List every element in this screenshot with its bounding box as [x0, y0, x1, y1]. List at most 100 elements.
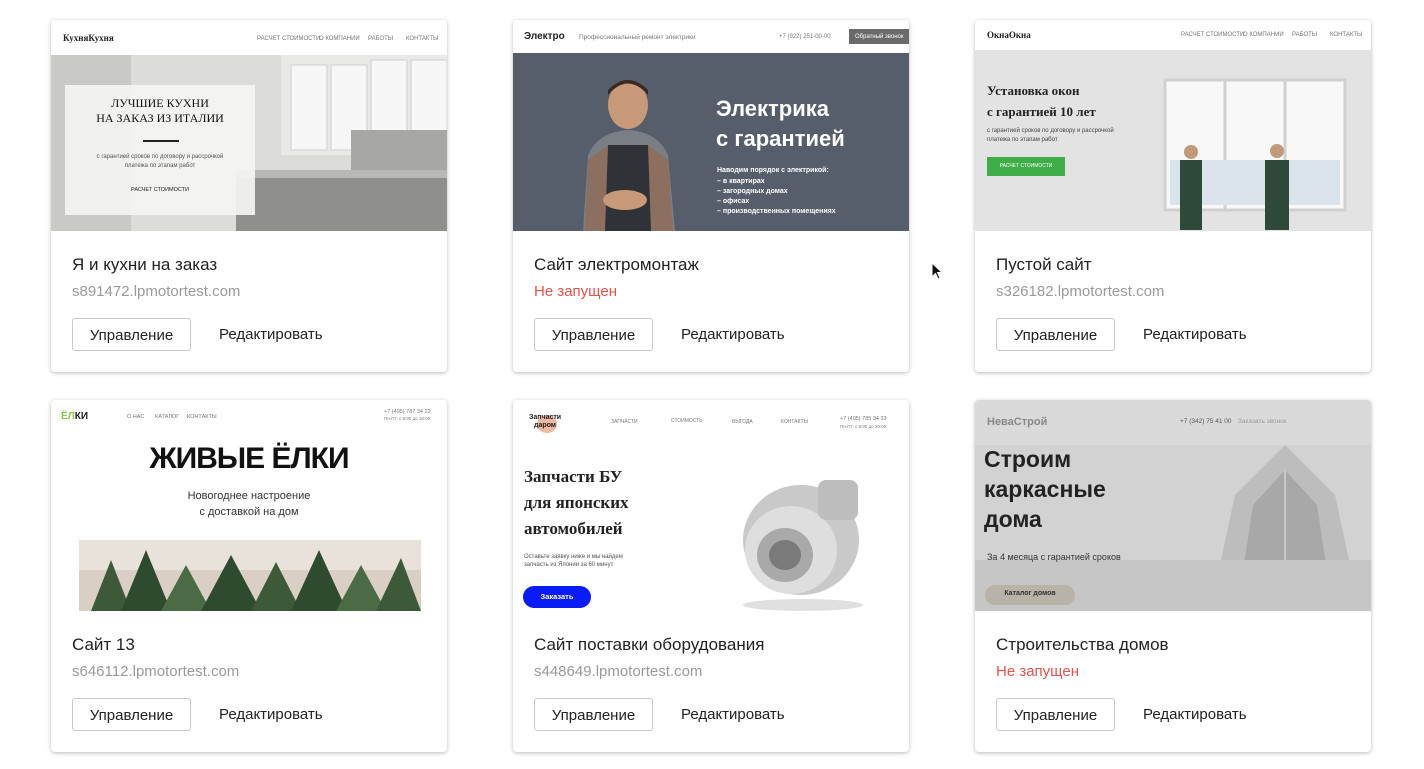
site-preview-thumbnail[interactable]: НеваСтрой +7 (342) 75 41 00 Заказать зво… [975, 400, 1371, 611]
edit-button[interactable]: Редактировать [1143, 318, 1247, 351]
preview-headline: НА ЗАКАЗ ИЗ ИТАЛИИ [96, 111, 224, 125]
preview-headline: ЛУЧШИЕ КУХНИ [111, 96, 209, 110]
preview-nav-item: КОНТАКТЫ [781, 419, 808, 425]
site-domain-link[interactable]: s891472.lpmotortest.com [72, 283, 240, 300]
manage-button[interactable]: Управление [996, 318, 1115, 351]
site-title: Строительства домов [996, 635, 1169, 654]
preview-subtitle: платежа по этапам работ [124, 163, 196, 169]
preview-cta: Каталог домов [1004, 590, 1056, 597]
preview-nav-item: СТОИМОСТЬ [671, 418, 703, 424]
preview-bullet: – в квартирах [717, 178, 765, 185]
preview-headline: автомобилей [524, 519, 623, 538]
preview-subtitle: с гарантией сроков по договору и рассроч… [96, 154, 224, 160]
preview-headline: дома [984, 506, 1042, 532]
preview-logo: Запчасти [529, 414, 562, 421]
site-domain-link[interactable]: s448649.lpmotortest.com [534, 663, 702, 680]
preview-cta: РАСЧЕТ СТОИМОСТИ [999, 163, 1053, 169]
site-preview-thumbnail[interactable]: Запчасти даром ЗАПЧАСТИ СТОИМОСТЬ ВЫГОДА… [513, 400, 909, 611]
site-card[interactable]: КухняКухня РАСЧЕТ СТОИМОСТИ О КОМПАНИИ Р… [51, 20, 447, 372]
preview-lead: Наводим порядок с электрикой: [717, 167, 829, 174]
site-title: Сайт 13 [72, 635, 135, 654]
preview-headline: Строим [984, 446, 1072, 472]
preview-logo-part: КИ [74, 411, 89, 422]
site-card[interactable]: Запчасти даром ЗАПЧАСТИ СТОИМОСТЬ ВЫГОДА… [513, 400, 909, 752]
manage-button[interactable]: Управление [72, 698, 191, 731]
preview-nav-item: КАТАЛОГ [155, 414, 180, 420]
edit-button[interactable]: Редактировать [681, 318, 785, 351]
preview-nav-item: О НАС [127, 414, 145, 420]
preview-logo: НеваСтрой [987, 416, 1048, 428]
preview-headline: Запчасти БУ [524, 467, 623, 486]
preview-nav-item: КОНТАКТЫ [187, 414, 217, 420]
preview-cta: Заказать [540, 592, 574, 601]
site-domain-link[interactable]: s646112.lpmotortest.com [72, 663, 239, 680]
preview-nav-item: РАСЧЕТ СТОИМОСТИ [257, 36, 321, 42]
preview-subtitle: Новогоднее настроение [187, 490, 311, 502]
site-status-badge: Не запущен [534, 283, 617, 300]
preview-nav-item: ВЫГОДА [732, 419, 753, 425]
preview-callback-button: Обратный звонок [855, 34, 904, 40]
edit-button[interactable]: Редактировать [219, 318, 323, 351]
site-card[interactable]: ЁЛКИ О НАС КАТАЛОГ КОНТАКТЫ +7 (495) 787… [51, 400, 447, 752]
site-status-badge: Не запущен [996, 663, 1079, 680]
preview-bullet: – загородных домах [717, 188, 788, 195]
preview-headline: каркасные [984, 476, 1106, 502]
site-preview-thumbnail[interactable]: ЁЛКИ О НАС КАТАЛОГ КОНТАКТЫ +7 (495) 787… [51, 400, 447, 611]
preview-nav-item: КОНТАКТЫ [406, 36, 439, 42]
preview-logo: даром [534, 422, 556, 429]
manage-button[interactable]: Управление [534, 698, 653, 731]
preview-phone: +7 (495) 787 34 22 [384, 409, 431, 415]
preview-nav-item: О КОМПАНИИ [319, 36, 360, 42]
edit-button[interactable]: Редактировать [219, 698, 323, 731]
preview-subtitle: запчасть из Японии за 60 минут [524, 562, 614, 568]
preview-logo: ЁЛКИ [61, 411, 88, 422]
preview-phone: +7 (922) 251-00-00 [779, 34, 831, 40]
site-card[interactable]: Электро Профессиональный ремонт электрик… [513, 20, 909, 372]
preview-subtitle: с доставкой на дом [199, 506, 299, 518]
preview-nav-item: РАСЧЕТ СТОИМОСТИ [1181, 32, 1245, 38]
mouse-cursor-icon [931, 262, 943, 280]
preview-subtitle: платежа по этапам работ [987, 137, 1058, 143]
preview-hours: Пн-Пт: с 8:00 до 18:00 [384, 416, 431, 421]
preview-logo: КухняКухня [63, 33, 114, 43]
preview-logo: ОкнаОкна [987, 30, 1031, 40]
preview-nav-item: КОНТАКТЫ [1330, 32, 1363, 38]
windows-preview-image [975, 20, 1371, 231]
preview-bullet: – производственных помещениях [717, 208, 836, 215]
site-title: Пустой сайт [996, 255, 1092, 274]
preview-hours: Пн-Пт: с 8:00 до 20:00 [840, 424, 887, 429]
manage-button[interactable]: Управление [534, 318, 653, 351]
preview-bullet: – офисах [717, 198, 750, 205]
preview-subtitle: Оставьте заявку ниже и мы найдем [524, 554, 623, 560]
edit-button[interactable]: Редактировать [1143, 698, 1247, 731]
preview-headline: ЖИВЫЕ ЁЛКИ [149, 442, 349, 475]
preview-subtitle: За 4 месяца с гарантией сроков [987, 552, 1121, 562]
site-title: Сайт электромонтаж [534, 255, 699, 274]
preview-phone: +7 (495) 785 34 33 [840, 416, 887, 422]
site-preview-thumbnail[interactable]: КухняКухня РАСЧЕТ СТОИМОСТИ О КОМПАНИИ Р… [51, 20, 447, 231]
preview-phone: +7 (342) 75 41 00 [1180, 418, 1232, 425]
preview-logo-part: ЁЛ [61, 411, 75, 422]
preview-subtitle: с гарантией сроков по договору и рассроч… [987, 128, 1114, 134]
preview-nav-item: ЗАПЧАСТИ [611, 419, 638, 425]
electrician-preview-image [513, 20, 909, 231]
manage-button[interactable]: Управление [72, 318, 191, 351]
preview-tagline: Профессиональный ремонт электрики [579, 34, 696, 41]
site-preview-thumbnail[interactable]: Электро Профессиональный ремонт электрик… [513, 20, 909, 231]
site-preview-thumbnail[interactable]: ОкнаОкна РАСЧЕТ СТОИМОСТИ О КОМПАНИИ РАБ… [975, 20, 1371, 231]
preview-headline: Установка окон [987, 83, 1080, 98]
manage-button[interactable]: Управление [996, 698, 1115, 731]
preview-nav-item: РАБОТЫ [1292, 32, 1318, 38]
preview-headline: с гарантией [716, 126, 845, 151]
preview-callback-link: Заказать звонок [1238, 418, 1287, 425]
preview-cta: РАСЧЕТ СТОИМОСТИ [131, 187, 189, 193]
edit-button[interactable]: Редактировать [681, 698, 785, 731]
site-title: Я и кухни на заказ [72, 255, 218, 274]
site-card[interactable]: ОкнаОкна РАСЧЕТ СТОИМОСТИ О КОМПАНИИ РАБ… [975, 20, 1371, 372]
site-card[interactable]: НеваСтрой +7 (342) 75 41 00 Заказать зво… [975, 400, 1371, 752]
preview-logo: Электро [524, 31, 565, 42]
site-domain-link[interactable]: s326182.lpmotortest.com [996, 283, 1164, 300]
preview-headline: Электрика [716, 96, 830, 121]
preview-headline: с гарантией 10 лет [987, 104, 1096, 119]
preview-headline: для японских [524, 493, 629, 512]
